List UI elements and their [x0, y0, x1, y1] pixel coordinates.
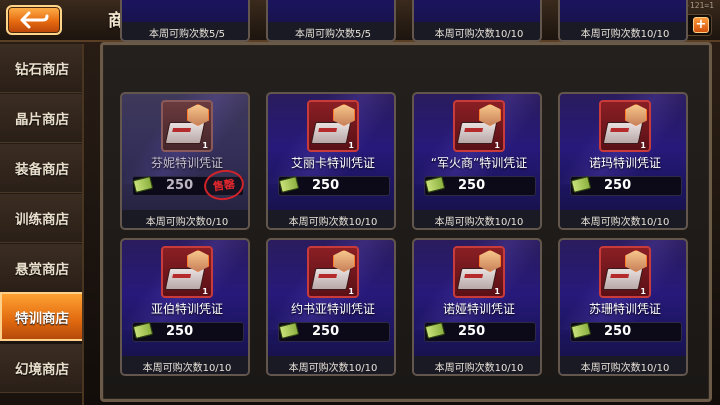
item-icon: 1	[307, 246, 359, 298]
item-name: 诺玛特训凭证	[588, 156, 661, 170]
sidebar-item-illusion-shop[interactable]: 幻境商店	[0, 344, 82, 393]
purchase-limit: 本周可购次数10/10	[142, 363, 232, 374]
sidebar-item-training-shop[interactable]: 训练商店	[0, 194, 82, 243]
item-price: 250	[312, 178, 340, 193]
item-name: 诺娅特训凭证	[442, 302, 515, 316]
shop-card-joshua[interactable]: 1 约书亚特训凭证 250 本周可购次数10/10	[266, 238, 396, 376]
item-name: 艾丽卡特训凭证	[290, 156, 375, 170]
item-price: 250	[604, 324, 632, 339]
sidebar-item-label: 训练商店	[15, 212, 69, 228]
purchase-limit: 本周可购次数10/10	[288, 363, 378, 374]
item-price: 250	[458, 324, 486, 339]
purchase-limit: 本周可购次数0/10	[145, 217, 229, 228]
item-quantity: 1	[494, 287, 500, 296]
shop-card[interactable]: 本周可购次数5/5	[266, 0, 396, 42]
item-icon: 1	[599, 100, 651, 152]
item-name: 亚伯特训凭证	[150, 302, 223, 316]
item-icon: 1	[307, 100, 359, 152]
shop-sidebar: 钻石商店 晶片商店 装备商店 训练商店 悬赏商店 特训商店 幻境商店	[0, 44, 84, 405]
item-icon: 1	[599, 246, 651, 298]
item-name: 约书亚特训凭证	[290, 302, 375, 316]
shop-card-erika[interactable]: 1 艾丽卡特训凭证 250 本周可购次数10/10	[266, 92, 396, 230]
purchase-limit: 本周可购次数10/10	[434, 363, 524, 374]
shop-card-susan[interactable]: 1 苏珊特训凭证 250 本周可购次数10/10	[558, 238, 688, 376]
item-price: 250	[458, 178, 486, 193]
sidebar-item-bounty-shop[interactable]: 悬赏商店	[0, 244, 82, 293]
item-icon: 1	[453, 100, 505, 152]
shop-card-abel[interactable]: 1 亚伯特训凭证 250 本周可购次数10/10	[120, 238, 250, 376]
item-quantity: 1	[202, 141, 208, 150]
purchase-limit: 本周可购次数10/10	[288, 217, 378, 228]
shop-card-norma[interactable]: 1 诺玛特训凭证 250 本周可购次数10/10	[558, 92, 688, 230]
item-name: 芬妮特训凭证	[150, 156, 223, 170]
purchase-limit: 本周可购次数10/10	[580, 29, 670, 40]
shop-card[interactable]: 本周可购次数10/10	[412, 0, 542, 42]
item-quantity: 1	[494, 141, 500, 150]
item-price: 250	[166, 324, 194, 339]
sidebar-item-label: 晶片商店	[15, 112, 69, 128]
item-quantity: 1	[348, 287, 354, 296]
purchase-limit: 本周可购次数10/10	[434, 29, 524, 40]
item-name: 苏珊特训凭证	[588, 302, 661, 316]
item-quantity: 1	[348, 141, 354, 150]
item-price: 250	[604, 178, 632, 193]
sidebar-item-label: 悬赏商店	[15, 262, 69, 278]
purchase-limit: 本周可购次数10/10	[580, 363, 670, 374]
item-icon: 1	[161, 246, 213, 298]
shop-card[interactable]: 本周可购次数5/5	[120, 0, 250, 42]
back-arrow-icon	[20, 11, 49, 29]
item-icon: 1	[161, 100, 213, 152]
purchase-limit: 本周可购次数10/10	[580, 217, 670, 228]
purchase-limit: 本周可购次数5/5	[294, 29, 372, 40]
shop-card-arms-dealer[interactable]: 1 “军火商”特训凭证 250 本周可购次数10/10	[412, 92, 542, 230]
item-price: 250	[166, 178, 194, 193]
sidebar-item-label: 幻境商店	[15, 362, 69, 378]
sidebar-item-equipment-shop[interactable]: 装备商店	[0, 144, 82, 193]
item-icon: 1	[453, 246, 505, 298]
item-quantity: 1	[202, 287, 208, 296]
sidebar-item-chip-shop[interactable]: 晶片商店	[0, 94, 82, 143]
purchase-limit: 本周可购次数5/5	[148, 29, 226, 40]
item-grid: 本周可购次数5/5 本周可购次数5/5 本周可购次数10/10 本周可购次数10…	[118, 0, 702, 405]
item-quantity: 1	[640, 141, 646, 150]
sidebar-item-label: 钻石商店	[15, 62, 69, 78]
shop-card-noah[interactable]: 1 诺娅特训凭证 250 本周可购次数10/10	[412, 238, 542, 376]
sidebar-item-label: 特训商店	[15, 310, 69, 327]
sidebar-item-special-training-shop[interactable]: 特训商店	[0, 292, 82, 341]
purchase-limit: 本周可购次数10/10	[434, 217, 524, 228]
shop-card[interactable]: 本周可购次数10/10	[558, 0, 688, 42]
back-button[interactable]	[6, 5, 62, 35]
sidebar-item-diamond-shop[interactable]: 钻石商店	[0, 44, 82, 93]
item-name: “军火商”特训凭证	[430, 156, 528, 170]
shop-card-fenny[interactable]: 1 芬妮特训凭证 250 售罄 本周可购次数0/10	[120, 92, 250, 230]
item-price: 250	[312, 324, 340, 339]
sidebar-item-label: 装备商店	[15, 162, 69, 178]
item-quantity: 1	[640, 287, 646, 296]
